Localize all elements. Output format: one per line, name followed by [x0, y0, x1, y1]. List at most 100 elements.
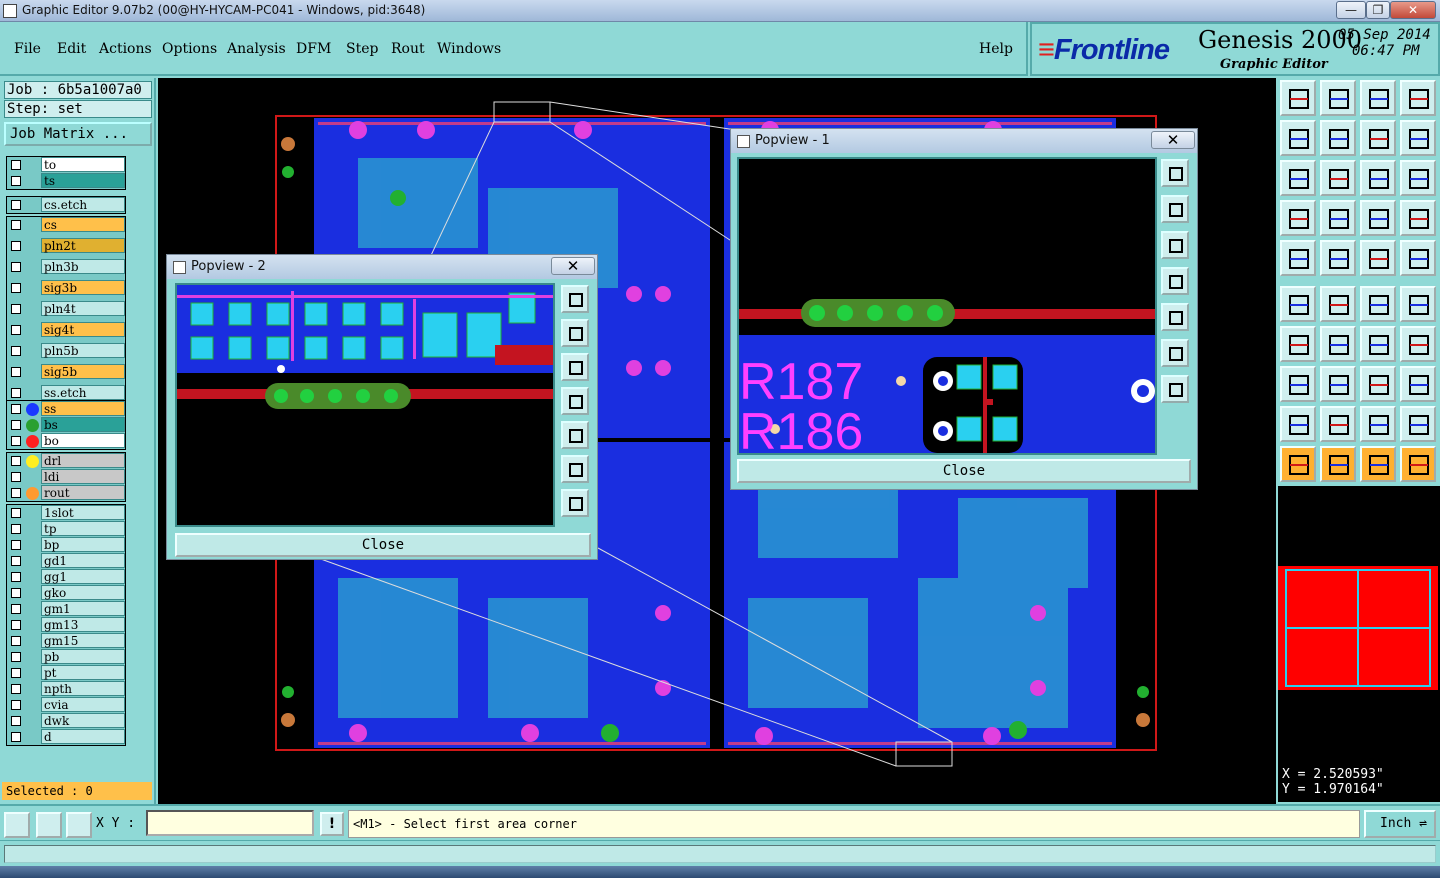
pan-left-icon[interactable] — [1280, 120, 1316, 156]
xy-input[interactable] — [146, 810, 314, 836]
snap-icon[interactable] — [1280, 200, 1316, 236]
layer-row-bs[interactable]: bs — [7, 417, 127, 433]
popview-zoom-in-button[interactable] — [1161, 339, 1189, 367]
layer-checkbox[interactable] — [11, 200, 21, 210]
zoom-back-icon[interactable] — [1320, 80, 1356, 116]
layer-checkbox[interactable] — [11, 346, 21, 356]
popview-1-close-x-button[interactable]: ✕ — [1151, 131, 1195, 149]
menu-rout[interactable]: Rout — [391, 41, 425, 57]
colors-toggle-icon[interactable] — [1400, 200, 1436, 236]
layer-checkbox[interactable] — [11, 220, 21, 230]
edit-line-icon[interactable] — [1320, 326, 1356, 362]
layer-name[interactable]: 1slot — [41, 505, 125, 520]
layer-checkbox[interactable] — [11, 684, 21, 694]
flip-icon[interactable] — [1400, 326, 1436, 362]
layer-name[interactable]: pln2t — [41, 238, 125, 253]
layer-name[interactable]: bp — [41, 537, 125, 552]
fit-all-icon[interactable] — [1280, 160, 1316, 196]
feature-select-icon[interactable] — [1280, 240, 1316, 276]
layers-toggle-icon[interactable] — [1360, 200, 1396, 236]
layer-name[interactable]: cs.etch — [41, 197, 125, 212]
layer-checkbox[interactable] — [11, 367, 21, 377]
popview-pan-up-button[interactable] — [561, 319, 589, 347]
arrow-icon[interactable] — [1360, 406, 1396, 442]
layer-checkbox[interactable] — [11, 732, 21, 742]
one-to-one-icon[interactable] — [1360, 160, 1396, 196]
layer-row-pln2t[interactable]: pln2t — [7, 238, 127, 254]
pad-icon[interactable] — [1400, 240, 1436, 276]
popview-1-view[interactable]: R187 R186 — [737, 157, 1157, 455]
select-box-icon[interactable] — [1320, 446, 1356, 482]
layer-name[interactable]: gko — [41, 585, 125, 600]
layer-row-pln5b[interactable]: pln5b — [7, 343, 127, 359]
layer-checkbox[interactable] — [11, 588, 21, 598]
layer-name[interactable]: bo — [41, 433, 125, 448]
query-icon[interactable] — [1400, 160, 1436, 196]
menu-edit[interactable]: Edit — [57, 41, 86, 57]
layer-row-gd1[interactable]: gd1 — [7, 553, 127, 569]
popview-pan-down-button[interactable] — [1161, 231, 1189, 259]
layer-name[interactable]: pb — [41, 649, 125, 664]
layer-name[interactable]: to — [41, 157, 125, 172]
layer-checkbox[interactable] — [11, 404, 21, 414]
layer-row-1slot[interactable]: 1slot — [7, 505, 127, 521]
unit-selector[interactable]: Inch ⇌ — [1364, 810, 1436, 838]
popview-pan-left-button[interactable] — [561, 387, 589, 415]
layer-name[interactable]: cs — [41, 217, 125, 232]
layer-row-bo[interactable]: bo — [7, 433, 127, 449]
popview-2-close-x-button[interactable]: ✕ — [551, 257, 595, 275]
popview-2-view[interactable] — [175, 283, 555, 527]
layer-name[interactable]: ss — [41, 401, 125, 416]
popview-2-close-button[interactable]: Close — [175, 533, 591, 557]
layer-row-ldi[interactable]: ldi — [7, 469, 127, 485]
layer-checkbox[interactable] — [11, 456, 21, 466]
popview-zoom-fit-button[interactable] — [1161, 159, 1189, 187]
layer-name[interactable]: d — [41, 729, 125, 744]
layer-name[interactable]: rout — [41, 485, 125, 500]
layer-row-npth[interactable]: npth — [7, 681, 127, 697]
menu-step[interactable]: Step — [346, 41, 378, 57]
layer-name[interactable]: dwk — [41, 713, 125, 728]
layer-color-dot[interactable] — [26, 435, 39, 448]
transform-icon[interactable] — [1400, 366, 1436, 402]
layer-checkbox[interactable] — [11, 700, 21, 710]
menu-options[interactable]: Options — [162, 41, 217, 57]
array-icon[interactable] — [1360, 366, 1396, 402]
layer-row-ss.etch[interactable]: ss.etch — [7, 385, 127, 401]
layer-name[interactable]: ss.etch — [41, 385, 125, 400]
layer-row-gm1[interactable]: gm1 — [7, 601, 127, 617]
job-matrix-button[interactable]: Job Matrix ... — [4, 122, 152, 146]
layer-name[interactable]: gg1 — [41, 569, 125, 584]
snap-icon[interactable] — [4, 812, 30, 838]
resize-icon[interactable] — [1320, 366, 1356, 402]
layer-row-gko[interactable]: gko — [7, 585, 127, 601]
measure-icon[interactable] — [36, 812, 62, 838]
minimize-button[interactable]: — — [1336, 1, 1366, 19]
layer-name[interactable]: ldi — [41, 469, 125, 484]
pan-right-icon[interactable] — [1320, 120, 1356, 156]
layer-name[interactable]: sig3b — [41, 280, 125, 295]
layer-row-gg1[interactable]: gg1 — [7, 569, 127, 585]
layer-checkbox[interactable] — [11, 241, 21, 251]
layer-checkbox[interactable] — [11, 556, 21, 566]
layer-name[interactable]: gm15 — [41, 633, 125, 648]
zoom-home-icon[interactable] — [1280, 80, 1316, 116]
menu-file[interactable]: File — [14, 41, 41, 57]
angle-icon[interactable] — [1280, 406, 1316, 442]
draw-line-icon[interactable] — [1320, 240, 1356, 276]
layer-color-dot[interactable] — [26, 487, 39, 500]
layer-row-gm13[interactable]: gm13 — [7, 617, 127, 633]
layer-name[interactable]: gm13 — [41, 617, 125, 632]
execute-button[interactable]: ! — [320, 812, 344, 836]
grid-icon[interactable] — [66, 812, 92, 838]
layer-row-pln4t[interactable]: pln4t — [7, 301, 127, 317]
layer-row-d[interactable]: d — [7, 729, 127, 745]
layer-row-dwk[interactable]: dwk — [7, 713, 127, 729]
layer-checkbox[interactable] — [11, 472, 21, 482]
popview-zoom-out-button[interactable] — [561, 489, 589, 517]
layer-row-cvia[interactable]: cvia — [7, 697, 127, 713]
layer-row-gm15[interactable]: gm15 — [7, 633, 127, 649]
layer-checkbox[interactable] — [11, 540, 21, 550]
arc-icon[interactable] — [1360, 326, 1396, 362]
layer-row-pt[interactable]: pt — [7, 665, 127, 681]
